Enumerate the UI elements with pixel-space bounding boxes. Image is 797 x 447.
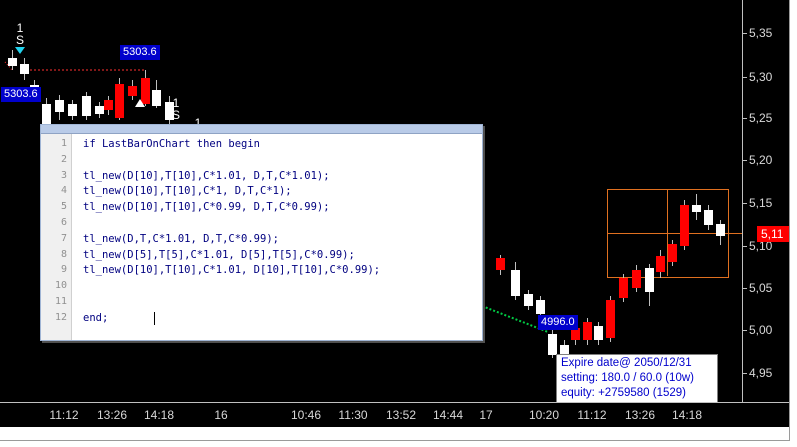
arrow-down-icon [15, 47, 25, 54]
line-number: 4 [60, 185, 67, 197]
code-line[interactable]: tl_new(D[5],T[5],C*1.01, D[5],T[5],C*0.9… [83, 249, 355, 261]
arrow-up-icon [135, 99, 145, 107]
line-number: 12 [54, 311, 67, 323]
price-tag-top: 5303.6 [120, 45, 160, 60]
trendline-box-vert [667, 189, 668, 276]
price-tag-left: 5303.6 [1, 87, 41, 102]
line-number: 10 [54, 280, 67, 292]
code-line[interactable]: if LastBarOnChart then begin [83, 138, 260, 150]
code-line[interactable]: tl_new(D[10],T[10],C*1, D,T,C*1); [83, 185, 292, 197]
time-tick: 13:52 [385, 408, 417, 422]
text-cursor [154, 311, 155, 325]
time-tick: 16 [214, 408, 228, 422]
strategy-info-box: Expire date@ 2050/12/31 setting: 180.0 /… [556, 354, 718, 404]
line-number: 7 [60, 232, 67, 244]
time-tick: 13:26 [624, 408, 656, 422]
line-number: 2 [60, 153, 67, 165]
code-line[interactable]: tl_new(D[10],T[10],C*0.99, D,T,C*0.99); [83, 201, 330, 213]
price-tick: 5,05 [742, 281, 773, 295]
time-tick: 14:44 [432, 408, 464, 422]
code-line[interactable]: tl_new(D[10],T[10],C*1.01, D[10],T[10],C… [83, 264, 380, 276]
price-tick: 5,30 [742, 70, 773, 84]
editor-titlebar[interactable] [41, 125, 482, 134]
line-number: 8 [60, 248, 67, 260]
price-tick: 5,35 [742, 26, 773, 40]
code-line[interactable]: tl_new(D[10],T[10],C*1.01, D,T,C*1.01); [83, 170, 330, 182]
window-bottom-border [0, 427, 789, 440]
time-tick: 11:12 [577, 408, 607, 422]
line-number: 3 [60, 169, 67, 181]
time-tick: 17 [479, 408, 493, 422]
price-tick: 5,20 [742, 153, 773, 167]
expire-date-text: Expire date@ 2050/12/31 [561, 357, 692, 369]
chart-window[interactable]: 1 S 1 S 1 5303.6 5303.6 4996.0 123456789… [0, 0, 790, 441]
equity-text: equity: +2759580 (1529) [561, 387, 687, 399]
time-tick: 11:12 [49, 408, 79, 422]
current-price-label: 5,11 [757, 226, 789, 242]
time-tick: 11:30 [338, 408, 368, 422]
line-number: 11 [54, 296, 67, 307]
price-tick: 4,95 [742, 366, 773, 380]
price-chart-plot[interactable]: 1 S 1 S 1 5303.6 5303.6 4996.0 123456789… [0, 0, 742, 404]
price-tick: 5,25 [742, 111, 773, 125]
line-number: 5 [60, 201, 67, 213]
line-number-gutter: 1 2 3 4 5 6 7 8 9 10 11 12 [41, 134, 72, 340]
price-tag-bottom: 4996.0 [538, 315, 578, 330]
time-tick: 10:46 [290, 408, 322, 422]
code-editor-window[interactable]: 1 2 3 4 5 6 7 8 9 10 11 12 if LastBarOnChart then b… [40, 124, 483, 341]
signal-sell-top: S [15, 33, 24, 47]
time-tick: 13:26 [96, 408, 128, 422]
time-axis[interactable]: 11:12 13:26 14:18 16 10:46 11:30 13:52 1… [0, 402, 789, 428]
time-tick: 14:18 [671, 408, 703, 422]
code-line[interactable]: tl_new(D,T,C*1.01, D,T,C*0.99); [83, 233, 279, 245]
code-line[interactable]: end; [83, 312, 108, 324]
setting-text: setting: 180.0 / 60.0 (10w) [561, 372, 694, 384]
line-number: 6 [60, 217, 67, 228]
time-tick: 14:18 [143, 408, 175, 422]
line-number: 1 [60, 138, 67, 149]
price-tick: 5,15 [742, 196, 773, 210]
time-tick: 10:20 [528, 408, 560, 422]
line-number: 9 [60, 264, 67, 276]
signal-sell-mid: S [171, 108, 180, 122]
price-axis[interactable]: 5,35 5,30 5,25 5,20 5,15 5,10 5,05 5,00 … [742, 0, 789, 402]
price-tick: 5,00 [742, 323, 773, 337]
